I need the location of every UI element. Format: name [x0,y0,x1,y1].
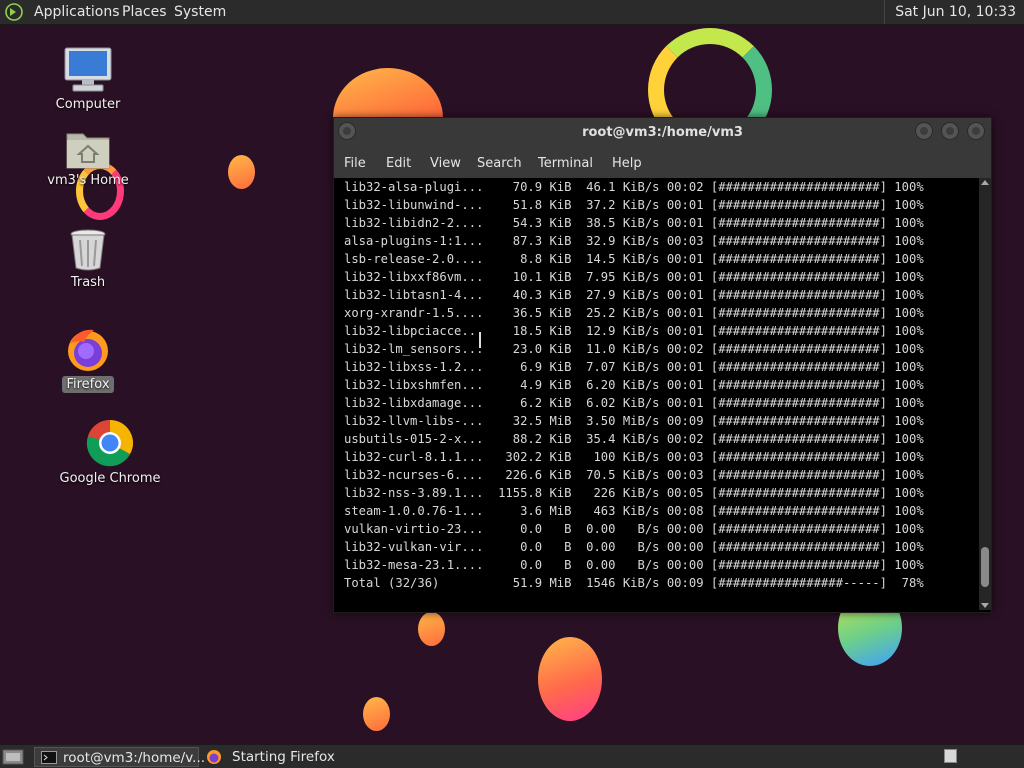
window-title: root@vm3:/home/vm3 [582,125,743,140]
wallpaper-blob [363,697,390,731]
menu-search[interactable]: Search [477,150,522,178]
desktop-icon-label: Computer [55,97,121,112]
workspace-switcher[interactable] [944,749,957,763]
text-cursor-icon [479,332,481,348]
home-folder-icon [66,133,110,169]
scrollbar-thumb[interactable] [981,546,989,587]
desktop-icon-home[interactable]: vm3's Home [28,128,148,189]
applications-menu[interactable]: Applications [34,0,120,24]
desktop-icon-google-chrome[interactable]: Google Chrome [50,418,170,487]
desktop-icon-label: Trash [70,275,106,290]
chrome-icon [86,419,133,467]
desktop-icon-label: Google Chrome [59,471,161,486]
taskbar-item-firefox[interactable]: Starting Firefox [204,747,354,767]
close-button[interactable] [967,122,985,140]
desktop-icon-trash[interactable]: Trash [28,228,148,291]
computer-icon [64,47,112,92]
system-menu[interactable]: System [174,0,226,24]
menu-terminal[interactable]: Terminal [538,150,593,178]
firefox-icon [207,750,221,764]
clock[interactable]: Sat Jun 10, 10:33 [884,0,1024,24]
menu-edit[interactable]: Edit [386,150,411,178]
wallpaper-blob [418,612,445,646]
menu-help[interactable]: Help [612,150,642,178]
terminal-scrollbar[interactable] [979,178,991,610]
taskbar-item-label: root@vm3:/home/v... [63,750,206,766]
menu-view[interactable]: View [430,150,461,178]
desktop-icon-computer[interactable]: Computer [28,46,148,113]
terminal-text: lib32-alsa-plugi... 70.9 KiB 46.1 KiB/s … [344,180,924,590]
terminal-output[interactable]: lib32-alsa-plugi... 70.9 KiB 46.1 KiB/s … [334,178,979,608]
minimize-button[interactable] [915,122,933,140]
top-panel: Applications Places System Sat Jun 10, 1… [0,0,1024,25]
scroll-up-arrow-icon[interactable] [981,180,989,185]
places-menu[interactable]: Places [122,0,167,24]
window-titlebar[interactable]: root@vm3:/home/vm3 [334,118,991,150]
desktop[interactable]: Applications Places System Sat Jun 10, 1… [0,0,1024,768]
maximize-button[interactable] [941,122,959,140]
taskbar-item-terminal[interactable]: root@vm3:/home/v... [34,747,205,767]
trash-icon [70,229,106,271]
bottom-panel: root@vm3:/home/v... Starting Firefox [0,744,1024,768]
desktop-icon-label: Firefox [62,376,114,393]
terminal-menubar: File Edit View Search Terminal Help [334,150,991,178]
wallpaper-blob [228,155,255,189]
terminal-icon [41,751,57,764]
firefox-icon [68,329,108,371]
distro-logo-icon[interactable] [5,0,23,24]
desktop-icon-firefox[interactable]: Firefox [28,326,148,393]
scroll-down-arrow-icon[interactable] [981,603,989,608]
terminal-window[interactable]: root@vm3:/home/vm3 File Edit View Search… [333,117,992,613]
wallpaper-blob [538,637,602,721]
show-desktop-icon[interactable] [2,748,24,765]
desktop-icon-label: vm3's Home [47,173,129,188]
taskbar-item-label: Starting Firefox [232,749,335,765]
menu-file[interactable]: File [344,150,366,178]
